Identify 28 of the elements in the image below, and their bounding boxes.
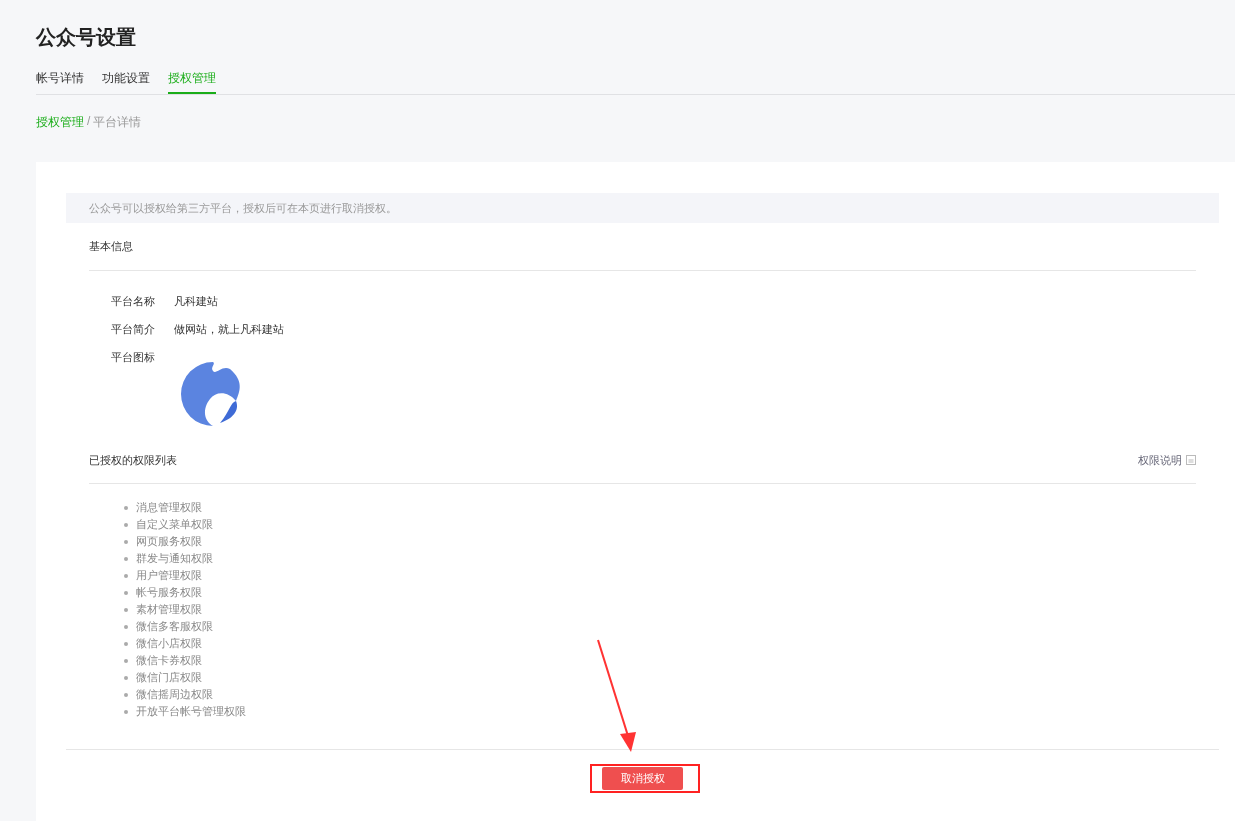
field-label: 平台图标	[111, 349, 156, 365]
permission-item: 微信卡券权限	[136, 653, 202, 668]
field-label: 平台简介	[111, 321, 156, 337]
breadcrumb-current: 平台详情	[93, 114, 142, 131]
help-link[interactable]: 权限说明	[1138, 452, 1196, 468]
field-value: 凡科建站	[174, 293, 218, 309]
document-icon	[1186, 455, 1196, 465]
section-heading: 基本信息	[89, 239, 133, 254]
permission-item: 帐号服务权限	[136, 585, 202, 600]
permission-item: 网页服务权限	[136, 534, 202, 549]
section-heading: 已授权的权限列表	[89, 452, 177, 468]
tab[interactable]: 帐号详情	[36, 64, 84, 94]
permission-item: 用户管理权限	[136, 568, 202, 583]
permission-item: 微信多客服权限	[136, 619, 213, 634]
permission-item: 开放平台帐号管理权限	[136, 704, 246, 719]
cancel-authorization-button[interactable]: 取消授权	[602, 767, 683, 790]
permission-item: 消息管理权限	[136, 500, 202, 515]
page-title: 公众号设置	[36, 25, 137, 50]
tab[interactable]: 功能设置	[102, 64, 150, 94]
permission-item: 自定义菜单权限	[136, 517, 213, 532]
permission-item: 素材管理权限	[136, 602, 202, 617]
permission-item: 微信小店权限	[136, 636, 202, 651]
field-label: 平台名称	[111, 293, 156, 309]
permission-item: 微信摇周边权限	[136, 687, 213, 702]
permission-item: 微信门店权限	[136, 670, 202, 685]
permission-item: 群发与通知权限	[136, 551, 213, 566]
breadcrumb-separator: /	[87, 114, 91, 130]
field-value: 做网站，就上凡科建站	[174, 321, 284, 337]
